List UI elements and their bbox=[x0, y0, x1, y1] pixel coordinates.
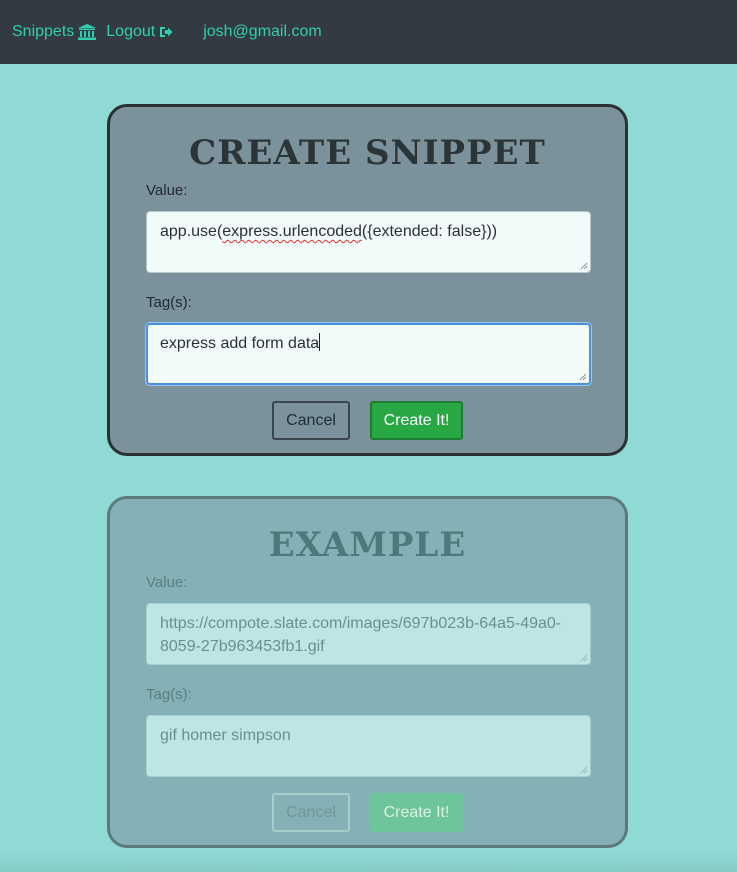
value-label: Value: bbox=[146, 182, 188, 199]
value-text-misspelled: express.urlencoded bbox=[222, 223, 362, 240]
resize-grip-icon[interactable] bbox=[579, 373, 587, 381]
create-snippet-title: CREATE SNIPPET bbox=[189, 133, 546, 173]
tags-textarea[interactable]: express add form data bbox=[146, 323, 591, 385]
example-create-it-button: Create It! bbox=[370, 793, 463, 832]
bank-icon bbox=[78, 24, 97, 40]
bottom-shadow bbox=[0, 852, 737, 872]
example-value-text: https://compote.slate.com/images/697b023… bbox=[160, 615, 562, 655]
example-tags-label: Tag(s): bbox=[146, 686, 192, 703]
snippets-link[interactable]: Snippets bbox=[12, 23, 97, 41]
example-value-label: Value: bbox=[146, 574, 188, 591]
example-cancel-button: Cancel bbox=[272, 793, 350, 832]
example-snippet-form: EXAMPLE Value: https://compote.slate.com… bbox=[107, 496, 628, 848]
user-email: josh@gmail.com bbox=[203, 23, 322, 40]
example-tags-textarea: gif homer simpson bbox=[146, 715, 591, 777]
create-it-button[interactable]: Create It! bbox=[370, 401, 463, 440]
logout-link-label: Logout bbox=[106, 23, 156, 40]
snippets-link-label: Snippets bbox=[12, 23, 75, 40]
text-caret bbox=[319, 333, 321, 351]
sign-out-icon bbox=[159, 25, 173, 39]
example-value-textarea: https://compote.slate.com/images/697b023… bbox=[146, 603, 591, 665]
resize-grip-icon[interactable] bbox=[580, 262, 588, 270]
resize-grip-icon bbox=[580, 654, 588, 662]
example-title: EXAMPLE bbox=[268, 525, 467, 565]
value-text-before: app.use( bbox=[160, 223, 223, 240]
logout-link[interactable]: Logout bbox=[106, 23, 173, 41]
tags-text: express add form data bbox=[160, 335, 320, 352]
resize-grip-icon bbox=[580, 766, 588, 774]
example-tags-text: gif homer simpson bbox=[160, 727, 291, 744]
cancel-button[interactable]: Cancel bbox=[272, 401, 350, 440]
top-navbar: Snippets Logout josh@gmail.com bbox=[0, 0, 737, 64]
tags-label: Tag(s): bbox=[146, 294, 192, 311]
form-actions: Cancel Create It! bbox=[146, 401, 589, 440]
value-textarea[interactable]: app.use(express.urlencoded({extended: fa… bbox=[146, 211, 591, 273]
value-text-after: ({extended: false})) bbox=[361, 223, 498, 240]
example-form-actions: Cancel Create It! bbox=[146, 793, 589, 832]
create-snippet-form: CREATE SNIPPET Value: app.use(express.ur… bbox=[107, 104, 628, 456]
